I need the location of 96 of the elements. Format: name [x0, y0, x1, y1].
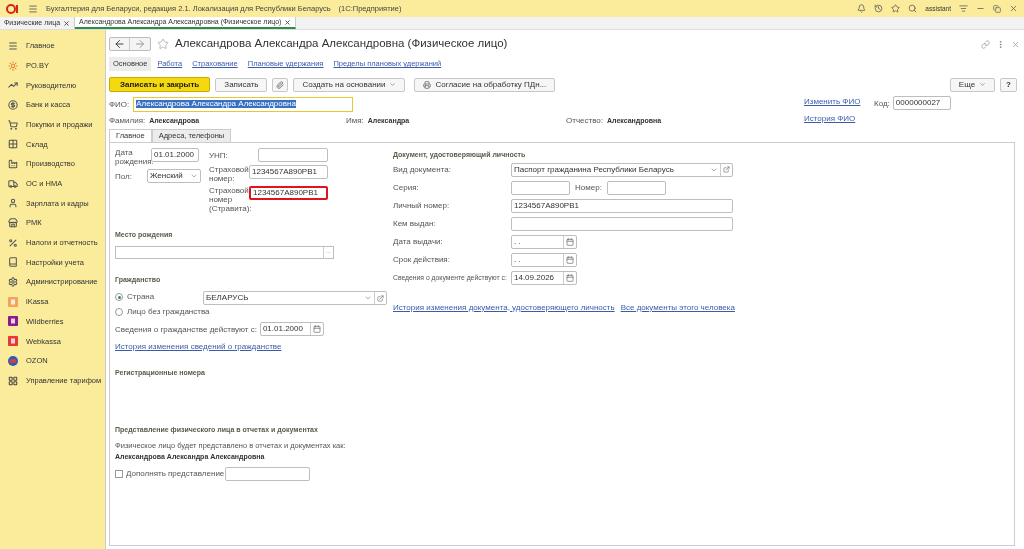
menu-icon [8, 40, 18, 51]
insurance-field[interactable]: 1234567A890PB1 [249, 186, 328, 200]
fio-field[interactable]: Александрова Александра Александровна [133, 96, 354, 112]
issued-by-field[interactable] [511, 216, 733, 231]
factory-icon [8, 158, 18, 169]
field-label: Срок действия: [393, 255, 451, 264]
field-label: Страховой номер (Стравита): [209, 186, 249, 213]
gender-dropdown[interactable]: Женский [147, 169, 201, 183]
app-logo-icon [6, 3, 20, 14]
link[interactable]: История изменения документа, удостоверяющего личность [393, 301, 615, 314]
printer-icon [423, 80, 432, 89]
date-field[interactable]: . . [511, 234, 577, 249]
link[interactable]: Все документы этого человека [620, 301, 735, 314]
field-label: Серия: [393, 183, 420, 192]
code-field[interactable]: 0000000027 [892, 96, 951, 110]
field-label: Личный номер: [393, 201, 451, 210]
form-title: Александрова Александра Александровна (Физическое лицо) [175, 36, 508, 52]
oval-logo-icon [8, 355, 18, 366]
consent-button[interactable]: Согласие на обработку ПДн... [414, 77, 556, 92]
book-icon [8, 257, 18, 268]
dropdown-icon [979, 81, 987, 88]
field-label: Кем выдан: [393, 219, 437, 228]
tiles-icon [8, 375, 18, 386]
truck-icon [8, 178, 18, 189]
unp-field[interactable] [258, 148, 328, 162]
insurance-field[interactable]: 1234567A890PB1 [249, 165, 328, 179]
date-field[interactable]: . . [511, 252, 577, 267]
square-logo-icon [8, 316, 18, 327]
date-field[interactable]: 01.01.2000 [151, 148, 199, 162]
personal-number-field[interactable]: 1234567A890PB1 [511, 198, 733, 213]
number-field[interactable] [606, 180, 666, 195]
field-label: Дата выдачи: [393, 237, 444, 246]
history-icon[interactable] [874, 4, 884, 13]
calendar-icon[interactable] [566, 237, 574, 246]
link[interactable]: История ФИО [804, 113, 874, 125]
grid-icon [8, 139, 18, 150]
field-label: Номер: [575, 183, 602, 192]
series-field[interactable] [511, 180, 570, 195]
close-icon[interactable] [1009, 4, 1018, 13]
paperclip-icon [276, 80, 285, 89]
search-icon[interactable] [908, 4, 918, 13]
help-button[interactable]: ? [1000, 77, 1017, 92]
checkbox[interactable] [115, 469, 123, 478]
country-field[interactable]: БЕЛАРУСЬ [203, 291, 387, 305]
restore-icon[interactable] [993, 4, 1001, 13]
link[interactable]: Изменить ФИО [804, 96, 874, 108]
date-field[interactable]: 14.09.2026 [511, 270, 577, 285]
percent-icon [8, 237, 18, 248]
field-label: Имя: [346, 115, 364, 127]
field-label: Сведения о гражданстве действуют с: [115, 324, 257, 334]
dropdown-icon[interactable] [190, 172, 198, 180]
document-type-field[interactable]: Паспорт гражданина Республики Беларусь [511, 162, 733, 177]
field-label: Отчество: [566, 115, 603, 127]
more-icon[interactable] [996, 39, 1005, 49]
person-icon [8, 198, 18, 209]
field-label: Фамилия: [109, 115, 146, 127]
radio-icon[interactable] [115, 293, 123, 301]
date-field[interactable]: 01.01.2000 [259, 322, 324, 336]
attach-button[interactable] [272, 77, 289, 92]
favorite-star-icon[interactable] [157, 38, 169, 50]
more-button[interactable]: Еще [949, 77, 996, 92]
radio-icon[interactable] [115, 308, 123, 316]
dropdown-icon[interactable] [364, 294, 372, 302]
close-icon[interactable] [284, 18, 292, 26]
filter-icon[interactable] [959, 4, 968, 13]
field-label: Вид документа: [393, 165, 452, 174]
star-icon[interactable] [891, 4, 901, 13]
close-icon[interactable] [63, 19, 71, 27]
calendar-icon[interactable] [566, 273, 574, 282]
radio-option[interactable]: Страна [115, 291, 155, 303]
save-close-button[interactable]: Записать и закрыть [109, 77, 211, 92]
bell-icon[interactable] [857, 4, 867, 13]
field-label: УНП: [209, 151, 229, 160]
chart-icon [8, 80, 18, 91]
link-icon[interactable] [981, 39, 990, 49]
field-label: ФИО: [109, 99, 130, 109]
menu-icon[interactable] [28, 3, 38, 14]
square-logo-icon [8, 296, 18, 307]
cart-icon [8, 119, 18, 130]
open-icon[interactable] [377, 294, 384, 302]
open-icon[interactable] [723, 166, 730, 173]
create-based-button[interactable]: Создать на основании [293, 77, 406, 92]
coin-icon [8, 99, 18, 110]
field-label: Пол: [115, 171, 133, 181]
save-button[interactable]: Записать [215, 77, 268, 92]
radio-option[interactable]: Лицо без гражданства [115, 306, 210, 318]
gear-icon [8, 277, 18, 288]
sun-icon [8, 60, 18, 71]
calendar-icon[interactable] [566, 255, 574, 264]
square-logo-icon [8, 336, 18, 347]
supplement-field[interactable] [225, 466, 310, 481]
field-label: Страховой номер: [209, 165, 249, 183]
link[interactable]: История изменения сведений о гражданстве [115, 341, 387, 353]
dropdown-icon [389, 81, 397, 88]
calendar-icon[interactable] [312, 325, 321, 333]
field-label: Код: [874, 99, 890, 108]
